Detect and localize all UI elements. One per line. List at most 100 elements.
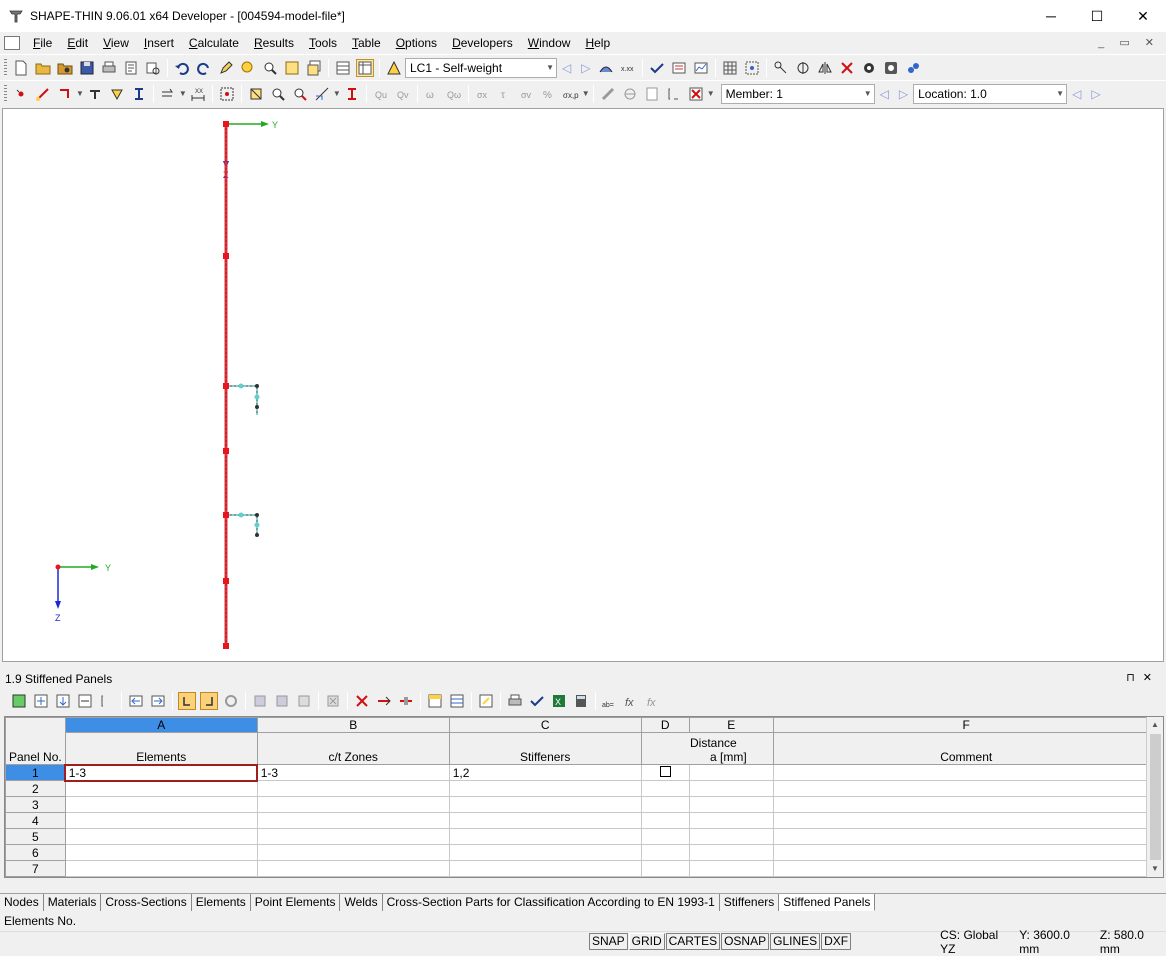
checkbox-cell[interactable] bbox=[640, 812, 690, 829]
draw-icon[interactable] bbox=[313, 85, 331, 103]
comment-cell[interactable] bbox=[772, 812, 1160, 829]
ct-zones-cell[interactable] bbox=[256, 780, 450, 797]
table-icon[interactable] bbox=[334, 59, 352, 77]
insert-row-icon[interactable] bbox=[32, 692, 50, 710]
sigma-xpl-icon[interactable]: σx,pl bbox=[562, 85, 580, 103]
table-row[interactable]: 2 bbox=[5, 780, 1160, 797]
zoom-all-icon[interactable] bbox=[305, 59, 323, 77]
graphics-viewport[interactable]: Y Z Y Z bbox=[2, 108, 1164, 662]
menu-edit[interactable]: Edit bbox=[60, 36, 96, 50]
stiffener-node[interactable] bbox=[255, 405, 259, 409]
stiffeners-cell[interactable] bbox=[448, 796, 642, 813]
minimize-button[interactable]: ─ bbox=[1028, 0, 1074, 32]
distance-cell[interactable] bbox=[688, 828, 774, 845]
tab-cross-section-parts-for-classification-according-to-en-1993-1[interactable]: Cross-Section Parts for Classification A… bbox=[382, 894, 720, 911]
menu-view[interactable]: View bbox=[96, 36, 137, 50]
edit-icon[interactable] bbox=[217, 59, 235, 77]
glines-toggle[interactable]: GLINES bbox=[770, 933, 821, 950]
cut-icon[interactable] bbox=[353, 692, 371, 710]
table-row[interactable]: 1 1-3 1-3 1,2 bbox=[5, 763, 1160, 782]
calc-table-icon[interactable] bbox=[528, 692, 546, 710]
formula-icon[interactable]: fx bbox=[623, 692, 641, 710]
node[interactable] bbox=[223, 121, 229, 127]
redo-icon[interactable] bbox=[195, 59, 213, 77]
comment-cell[interactable] bbox=[772, 780, 1160, 797]
checkbox-cell[interactable] bbox=[640, 828, 690, 845]
row-number[interactable]: 5 bbox=[5, 828, 66, 845]
sigma-x-icon[interactable]: σx bbox=[474, 85, 492, 103]
node-icon[interactable] bbox=[12, 85, 30, 103]
show-results-icon[interactable] bbox=[597, 59, 615, 77]
ct-zones-cell[interactable] bbox=[256, 844, 450, 861]
comment-cell[interactable] bbox=[772, 860, 1160, 877]
tab-materials[interactable]: Materials bbox=[43, 894, 102, 911]
ct-zones-cell[interactable] bbox=[256, 828, 450, 845]
measure-icon[interactable] bbox=[860, 59, 878, 77]
tab-nodes[interactable]: Nodes bbox=[0, 894, 44, 911]
menu-options[interactable]: Options bbox=[389, 36, 445, 50]
comment-cell[interactable] bbox=[772, 844, 1160, 861]
elements-cell[interactable] bbox=[64, 780, 258, 797]
elements-cell[interactable] bbox=[64, 844, 258, 861]
weld-icon[interactable] bbox=[108, 85, 126, 103]
scroll-up-icon[interactable]: ▲ bbox=[1151, 720, 1159, 729]
stiffeners-cell[interactable] bbox=[448, 780, 642, 797]
row-number[interactable]: 2 bbox=[5, 780, 66, 797]
insert-row-below-icon[interactable] bbox=[54, 692, 72, 710]
node[interactable] bbox=[223, 253, 229, 259]
delete-member-icon[interactable] bbox=[687, 85, 705, 103]
ruler-icon[interactable] bbox=[599, 85, 617, 103]
elements-cell[interactable] bbox=[64, 796, 258, 813]
centroid-icon[interactable] bbox=[621, 85, 639, 103]
save-icon[interactable] bbox=[78, 59, 96, 77]
menu-results[interactable]: Results bbox=[247, 36, 302, 50]
redo-table-icon[interactable] bbox=[200, 692, 218, 710]
tau-icon[interactable]: τ bbox=[496, 85, 514, 103]
checkbox-cell[interactable] bbox=[640, 860, 690, 877]
move-copy-icon[interactable] bbox=[159, 85, 177, 103]
table-settings-icon[interactable] bbox=[10, 692, 28, 710]
node[interactable] bbox=[223, 383, 229, 389]
checkbox[interactable] bbox=[659, 765, 671, 777]
scroll-down-icon[interactable]: ▼ bbox=[1151, 864, 1159, 873]
stiffener-node[interactable] bbox=[238, 512, 244, 518]
select-window-icon[interactable] bbox=[218, 85, 236, 103]
checkbox-cell[interactable] bbox=[640, 844, 690, 861]
load-case-select[interactable]: LC1 - Self-weight ▼ bbox=[405, 57, 557, 78]
row-number[interactable]: 4 bbox=[5, 812, 66, 829]
mirror-icon[interactable] bbox=[816, 59, 834, 77]
export-icon[interactable] bbox=[149, 692, 167, 710]
osnap-toggle[interactable]: OSNAP bbox=[721, 933, 770, 950]
qu-icon[interactable]: Qu bbox=[372, 85, 390, 103]
delete-icon[interactable] bbox=[838, 59, 856, 77]
distance-cell[interactable] bbox=[688, 796, 774, 813]
menu-help[interactable]: Help bbox=[578, 36, 618, 50]
ct-zones-cell[interactable] bbox=[256, 812, 450, 829]
q-omega-icon[interactable]: Qω bbox=[445, 85, 463, 103]
undo-table-icon[interactable] bbox=[178, 692, 196, 710]
stress-graph-icon[interactable] bbox=[692, 59, 710, 77]
menu-insert[interactable]: Insert bbox=[137, 36, 182, 50]
table-row[interactable]: 4 bbox=[5, 812, 1160, 829]
next-load-case-icon[interactable]: ▷ bbox=[581, 61, 590, 75]
menu-window[interactable]: Window bbox=[521, 36, 579, 50]
column-letter-f[interactable]: F bbox=[772, 717, 1160, 733]
stiffeners-cell[interactable] bbox=[448, 812, 642, 829]
pin-icon[interactable]: ⊓ bbox=[1126, 672, 1143, 684]
node[interactable] bbox=[223, 578, 229, 584]
sigma-v-icon[interactable]: σv bbox=[518, 85, 536, 103]
distance-cell[interactable] bbox=[688, 844, 774, 861]
ct-zones-cell[interactable] bbox=[256, 860, 450, 877]
tab-stiffeners[interactable]: Stiffeners bbox=[719, 894, 780, 911]
member-select[interactable]: Member: 1 ▼ bbox=[720, 83, 875, 104]
elements-cell[interactable] bbox=[64, 828, 258, 845]
row-number[interactable]: 3 bbox=[5, 796, 66, 813]
menu-developers[interactable]: Developers bbox=[445, 36, 521, 50]
column-letter-a[interactable]: A bbox=[64, 717, 258, 733]
grid-icon[interactable] bbox=[721, 59, 739, 77]
table-scrollbar[interactable]: ▲ ▼ bbox=[1146, 717, 1163, 877]
printout-report-icon[interactable] bbox=[122, 59, 140, 77]
stiffener-1[interactable] bbox=[226, 385, 258, 415]
filter-icon[interactable] bbox=[251, 692, 269, 710]
sort-icon[interactable]: ab= bbox=[601, 692, 619, 710]
